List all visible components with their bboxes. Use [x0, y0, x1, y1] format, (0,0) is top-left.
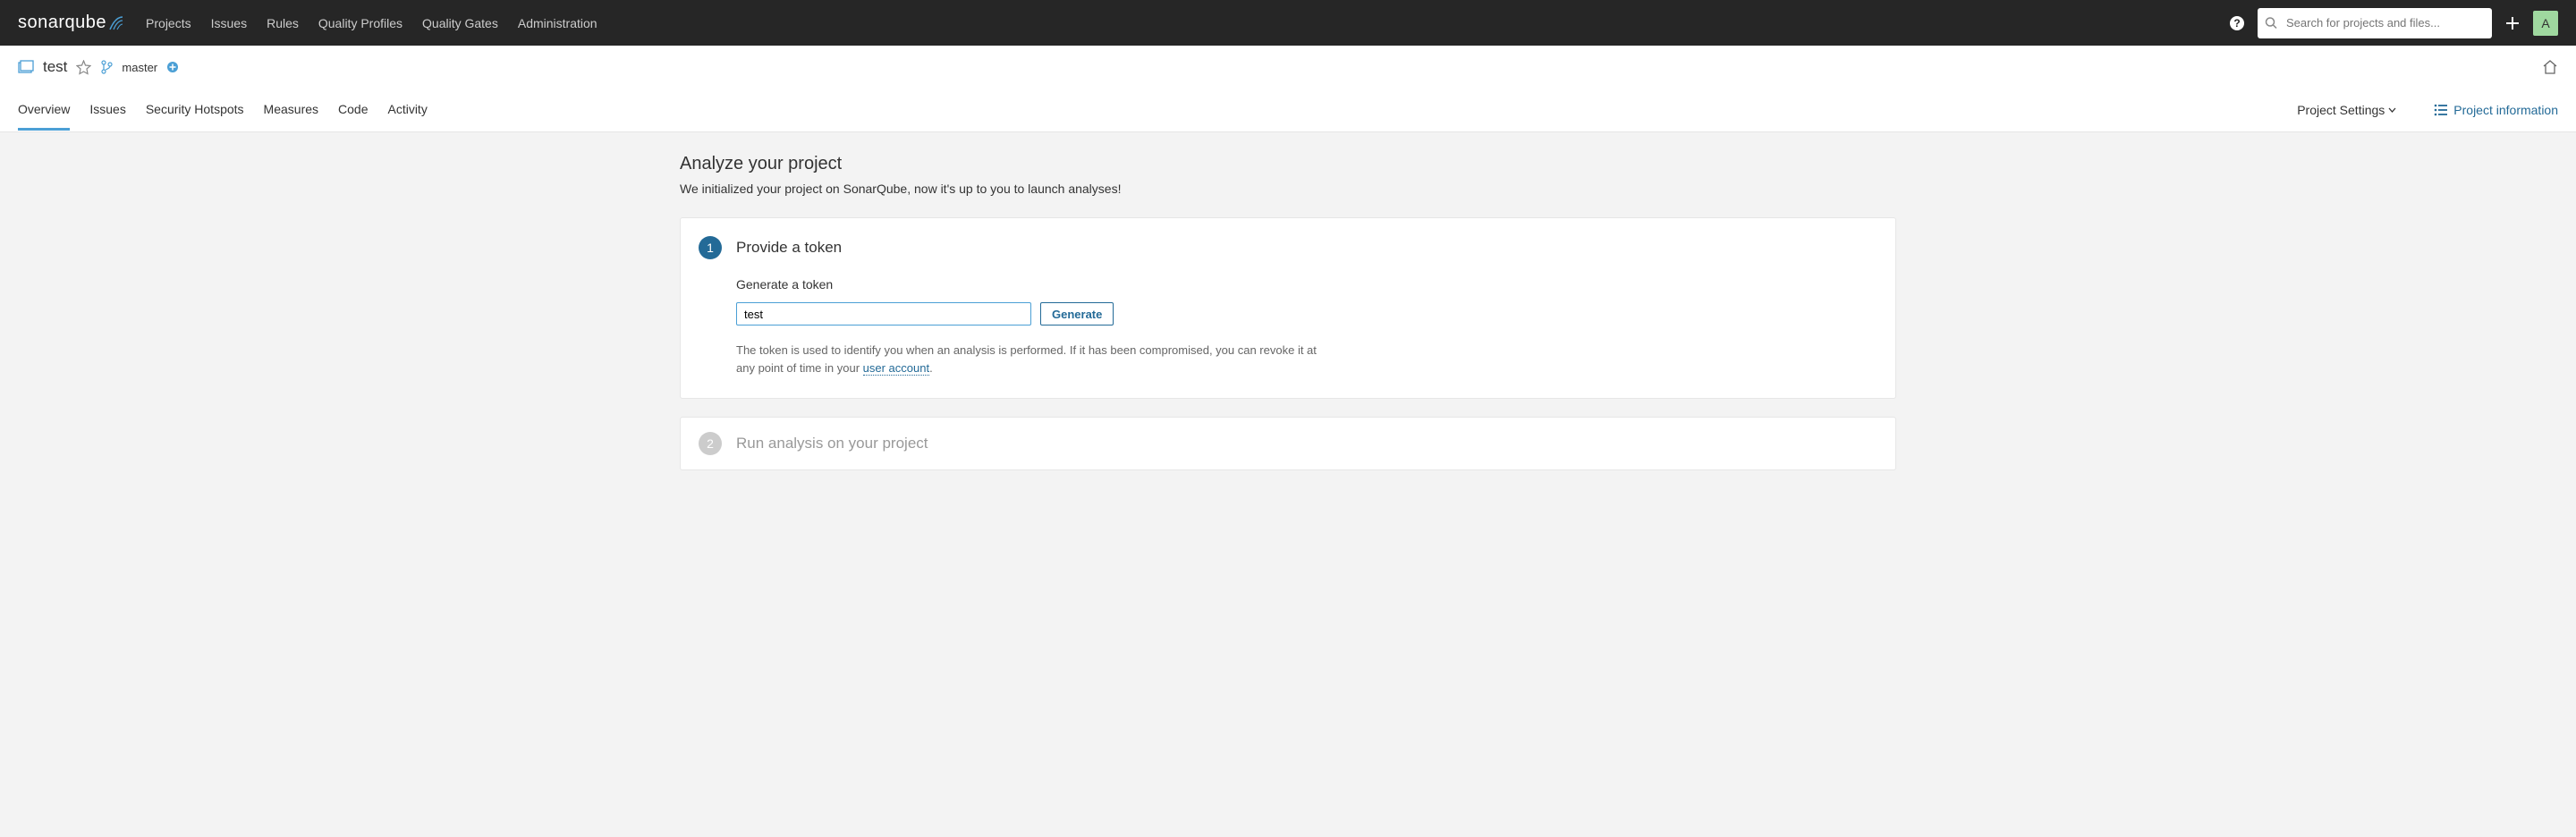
content: Analyze your project We initialized your… [662, 132, 1914, 510]
step-1-title: Provide a token [736, 239, 842, 257]
nav-quality-profiles[interactable]: Quality Profiles [318, 16, 402, 30]
topbar-right: ? A [2229, 8, 2558, 38]
step-1-header: 1 Provide a token [699, 236, 1877, 259]
star-icon[interactable] [76, 60, 91, 75]
token-help-text: The token is used to identify you when a… [736, 342, 1318, 376]
step-2-number: 2 [699, 432, 722, 455]
generate-button[interactable]: Generate [1040, 302, 1114, 326]
page-subtitle: We initialized your project on SonarQube… [680, 182, 1896, 196]
page-title: Analyze your project [680, 154, 1896, 174]
token-help-prefix: The token is used to identify you when a… [736, 343, 1317, 375]
search-input[interactable] [2258, 8, 2492, 38]
nav-projects[interactable]: Projects [146, 16, 191, 30]
nav-quality-gates[interactable]: Quality Gates [422, 16, 498, 30]
token-name-input[interactable] [736, 302, 1031, 326]
project-icon [18, 60, 34, 74]
tab-code[interactable]: Code [338, 90, 368, 131]
avatar[interactable]: A [2533, 11, 2558, 36]
logo[interactable]: sonarqube [18, 13, 124, 33]
project-row-1: test master [18, 46, 2558, 89]
list-icon [2434, 104, 2448, 116]
top-nav: Projects Issues Rules Quality Profiles Q… [146, 16, 2229, 30]
step-2-header: 2 Run analysis on your project [699, 432, 1877, 455]
tab-issues[interactable]: Issues [89, 90, 125, 131]
plus-icon[interactable] [2504, 15, 2521, 31]
step-1-body: Generate a token Generate The token is u… [699, 277, 1877, 376]
logo-text: sonarqube [18, 13, 106, 33]
branch-name[interactable]: master [122, 61, 157, 74]
search-icon [2265, 16, 2278, 30]
project-settings-label: Project Settings [2297, 103, 2385, 117]
token-help-suffix: . [929, 361, 933, 375]
generate-row: Generate [736, 302, 1877, 326]
topbar: sonarqube Projects Issues Rules Quality … [0, 0, 2576, 46]
add-branch-icon[interactable] [166, 61, 179, 73]
nav-issues[interactable]: Issues [211, 16, 247, 30]
search-wrap [2258, 8, 2492, 38]
branch-icon [100, 60, 113, 74]
project-name: test [43, 58, 67, 76]
step-1-card: 1 Provide a token Generate a token Gener… [680, 217, 1896, 399]
step-1-number: 1 [699, 236, 722, 259]
home-icon[interactable] [2542, 59, 2558, 75]
nav-administration[interactable]: Administration [518, 16, 597, 30]
nav-rules[interactable]: Rules [267, 16, 299, 30]
tab-measures[interactable]: Measures [264, 90, 318, 131]
project-information-link[interactable]: Project information [2434, 103, 2558, 117]
tab-activity[interactable]: Activity [387, 90, 427, 131]
tab-security-hotspots[interactable]: Security Hotspots [146, 90, 244, 131]
caret-down-icon [2388, 107, 2396, 113]
step-2-card: 2 Run analysis on your project [680, 417, 1896, 470]
logo-waves-icon [108, 15, 124, 31]
project-settings-dropdown[interactable]: Project Settings [2297, 103, 2396, 117]
project-header: test master Overview Issues Security Hot… [0, 46, 2576, 132]
project-tabs: Overview Issues Security Hotspots Measur… [18, 89, 2558, 131]
svg-text:?: ? [2233, 17, 2240, 30]
generate-token-label: Generate a token [736, 277, 1877, 292]
project-information-label: Project information [2453, 103, 2558, 117]
step-2-title: Run analysis on your project [736, 435, 928, 452]
tab-overview[interactable]: Overview [18, 90, 70, 131]
help-icon[interactable]: ? [2229, 15, 2245, 31]
user-account-link[interactable]: user account [863, 361, 929, 376]
